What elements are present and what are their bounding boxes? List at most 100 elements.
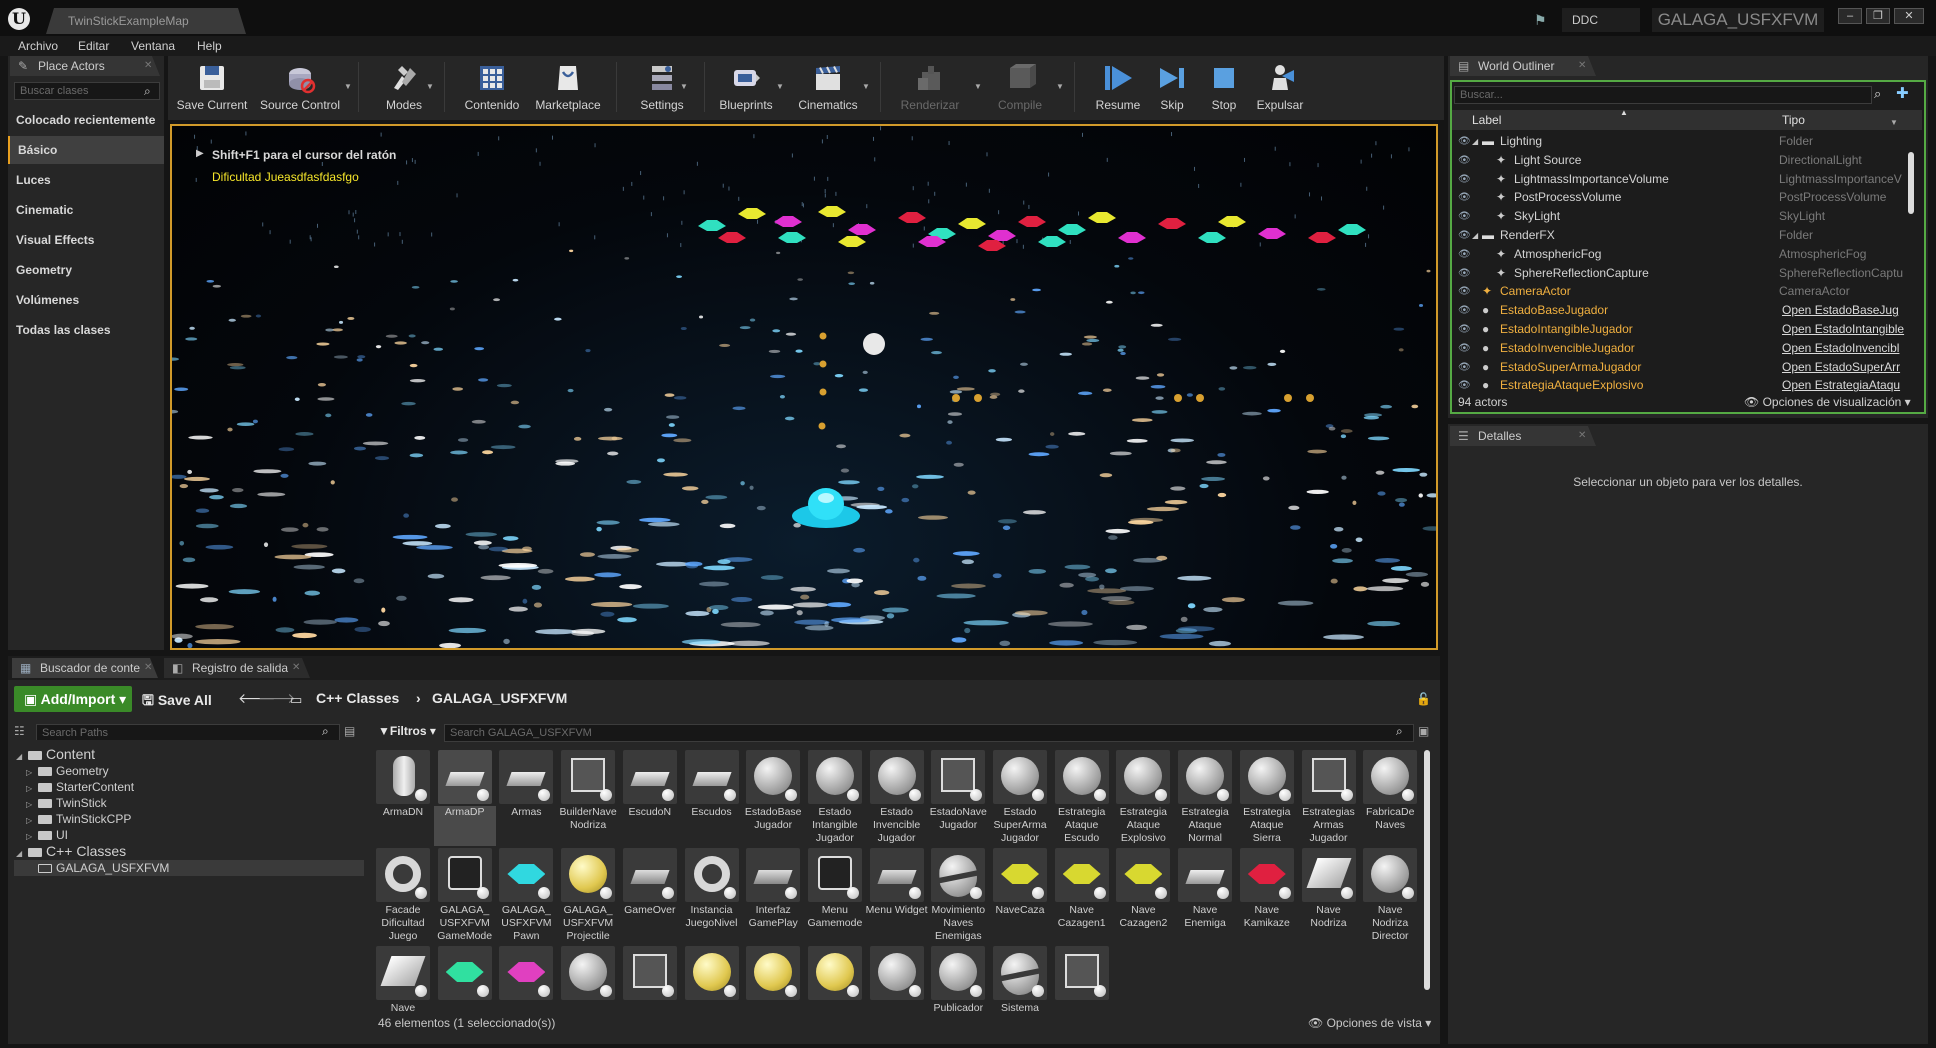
visibility-eye-icon[interactable]: 👁 bbox=[1458, 264, 1471, 283]
cinematics-button[interactable]: Cinematics bbox=[792, 60, 864, 116]
eject-button[interactable]: Expulsar bbox=[1244, 60, 1316, 116]
category-basic[interactable]: Básico bbox=[8, 136, 164, 164]
minimize-button[interactable]: – bbox=[1838, 8, 1862, 24]
menu-archivo[interactable]: Archivo bbox=[18, 36, 58, 56]
outliner-row[interactable]: 👁 ● EstadoSuperArmaJugador Open EstadoSuper… bbox=[1452, 358, 1922, 377]
tree-item[interactable]: ▷ Geometry bbox=[14, 763, 364, 779]
add-actor-icon[interactable]: ✚ bbox=[1896, 84, 1909, 102]
asset-scrollbar[interactable] bbox=[1424, 750, 1430, 990]
asset-tile[interactable] bbox=[1054, 946, 1113, 1042]
menu-help[interactable]: Help bbox=[197, 36, 222, 56]
asset-tile[interactable]: Armas bbox=[499, 750, 557, 846]
outliner-row[interactable]: 👁 ● EstadoBaseJugador Open EstadoBaseJug bbox=[1452, 301, 1922, 320]
asset-tile[interactable]: GALAGA_ USFXFVM Projectile bbox=[561, 848, 619, 944]
visibility-eye-icon[interactable]: 👁 bbox=[1458, 226, 1471, 245]
save-current-button[interactable]: Save Current bbox=[176, 60, 248, 116]
chevron-down-icon[interactable]: ▼ bbox=[1890, 118, 1898, 127]
close-icon[interactable]: ✕ bbox=[292, 658, 300, 678]
asset-tile[interactable]: Menu Gamemode bbox=[807, 848, 866, 944]
asset-tile[interactable]: Escudos bbox=[684, 750, 743, 846]
chevron-down-icon[interactable]: ▼ bbox=[680, 82, 688, 91]
asset-tile[interactable]: GameOver bbox=[622, 848, 681, 944]
asset-tile[interactable]: ArmaDP bbox=[433, 750, 496, 846]
asset-tile[interactable]: Estrategias Armas Jugador bbox=[1301, 750, 1360, 846]
ddc-indicator[interactable]: DDC bbox=[1562, 8, 1640, 32]
asset-tile[interactable] bbox=[869, 946, 928, 1042]
asset-tile[interactable]: Sistema bbox=[993, 946, 1051, 1042]
chevron-down-icon[interactable]: ▼ bbox=[1056, 82, 1064, 91]
tab-world-outliner[interactable]: ▤ World Outliner ✕ bbox=[1450, 56, 1596, 76]
breadcrumb-galaga[interactable]: GALAGA_USFXFVM bbox=[432, 690, 567, 706]
category-geometry[interactable]: Geometry bbox=[8, 256, 164, 284]
content-button[interactable]: Contenido bbox=[456, 60, 528, 116]
asset-tile[interactable]: Menu Widget bbox=[866, 848, 928, 944]
outliner-scrollbar[interactable] bbox=[1908, 152, 1914, 214]
asset-tile[interactable]: Nave Cazagen1 bbox=[1054, 848, 1113, 944]
asset-tile[interactable]: Publicador bbox=[931, 946, 989, 1042]
asset-tile[interactable]: Estrategia Ataque Normal bbox=[1178, 750, 1236, 846]
asset-tile[interactable]: Nave Kamikaze bbox=[1239, 848, 1298, 944]
sources-toggle-icon[interactable]: ☷ bbox=[14, 724, 25, 738]
category-recent[interactable]: Colocado recientemente bbox=[8, 106, 164, 134]
source-control-status-icon[interactable]: ⚑ bbox=[1534, 12, 1552, 28]
tree-item[interactable]: GALAGA_USFXFVM bbox=[14, 860, 364, 876]
outliner-row[interactable]: 👁 ◢ ▬ Lighting Folder bbox=[1452, 132, 1922, 151]
asset-tile[interactable]: GALAGA_ USFXFVM GameMode bbox=[437, 848, 496, 944]
asset-tile[interactable] bbox=[561, 946, 619, 1042]
tree-item[interactable]: ▷ TwinStick bbox=[14, 795, 364, 811]
unreal-logo-icon[interactable]: U bbox=[8, 8, 30, 30]
marketplace-button[interactable]: Marketplace bbox=[532, 60, 604, 116]
asset-tile[interactable] bbox=[807, 946, 866, 1042]
chevron-down-icon[interactable]: ▼ bbox=[974, 82, 982, 91]
category-volumes[interactable]: Volúmenes bbox=[8, 286, 164, 314]
open-class-link[interactable]: Open EstadoIntangible bbox=[1782, 320, 1904, 339]
tab-output-log[interactable]: ◧ Registro de salida ✕ bbox=[164, 658, 310, 678]
menu-ventana[interactable]: Ventana bbox=[131, 36, 175, 56]
asset-tile[interactable]: Facade Dificultad Juego bbox=[376, 848, 434, 944]
asset-tile[interactable]: Nave Nodriza bbox=[1301, 848, 1360, 944]
asset-tile[interactable]: Estrategia Ataque Sierra bbox=[1239, 750, 1298, 846]
category-lights[interactable]: Luces bbox=[8, 166, 164, 194]
outliner-row[interactable]: 👁 ✦ LightmassImportanceVolume LightmassImpo… bbox=[1452, 170, 1922, 189]
expand-arrow-icon[interactable]: ◢ bbox=[1472, 132, 1478, 151]
asset-view-options[interactable]: 👁 Opciones de vista ▾ bbox=[1308, 1016, 1431, 1030]
expand-arrow-icon[interactable]: ◢ bbox=[1472, 226, 1478, 245]
lock-icon[interactable]: 🔓 bbox=[1416, 692, 1431, 706]
outliner-row[interactable]: 👁 ✦ Light Source DirectionalLight bbox=[1452, 151, 1922, 170]
visibility-eye-icon[interactable]: 👁 bbox=[1458, 339, 1471, 358]
tree-item[interactable]: ◢ C++ Classes bbox=[14, 843, 364, 859]
tab-place-actors[interactable]: ✎ Place Actors ✕ bbox=[10, 56, 160, 76]
maximize-button[interactable]: ❐ bbox=[1866, 8, 1890, 24]
close-icon[interactable]: ✕ bbox=[1578, 56, 1586, 76]
filters-button[interactable]: ▼Filtros ▾ bbox=[378, 724, 436, 738]
outliner-row[interactable]: 👁 ● EstadoInvencibleJugador Open EstadoInve… bbox=[1452, 339, 1922, 358]
visibility-eye-icon[interactable]: 👁 bbox=[1458, 245, 1471, 264]
tab-content-browser[interactable]: ▦ Buscador de conte ✕ bbox=[12, 658, 158, 678]
asset-tile[interactable]: Estrategia Ataque Escudo bbox=[1054, 750, 1113, 846]
class-search-input[interactable]: Buscar clases bbox=[14, 82, 160, 100]
outliner-row[interactable]: 👁 ✦ SphereReflectionCapture SphereReflectio… bbox=[1452, 264, 1922, 283]
visibility-eye-icon[interactable]: 👁 bbox=[1458, 132, 1471, 151]
outliner-row[interactable]: 👁 ◢ ▬ RenderFX Folder bbox=[1452, 226, 1922, 245]
open-class-link[interactable]: Open EstrategiaAtaqu bbox=[1782, 376, 1900, 395]
tree-item[interactable]: ◢ Content bbox=[14, 746, 364, 762]
visibility-eye-icon[interactable]: 👁 bbox=[1458, 376, 1471, 395]
visibility-eye-icon[interactable]: 👁 bbox=[1458, 188, 1471, 207]
blueprints-button[interactable]: Blueprints bbox=[710, 60, 782, 116]
asset-tile[interactable]: Interfaz GamePlay bbox=[746, 848, 804, 944]
asset-tile[interactable]: Movimiento Naves Enemigas bbox=[931, 848, 989, 944]
outliner-row[interactable]: 👁 ✦ SkyLight SkyLight bbox=[1452, 207, 1922, 226]
save-search-icon[interactable]: ▣ bbox=[1418, 724, 1429, 738]
map-tab[interactable]: TwinStickExampleMap bbox=[46, 8, 246, 34]
add-import-button[interactable]: ▣ Add/Import ▾ bbox=[14, 686, 132, 712]
tab-details[interactable]: ☰ Detalles ✕ bbox=[1450, 426, 1596, 446]
chevron-down-icon[interactable]: ▼ bbox=[862, 82, 870, 91]
asset-tile[interactable]: NaveCaza bbox=[993, 848, 1051, 944]
menu-editar[interactable]: Editar bbox=[78, 36, 109, 56]
asset-tile[interactable]: ArmaDN bbox=[376, 750, 434, 846]
outliner-view-options[interactable]: 👁 Opciones de visualización ▾ bbox=[1744, 395, 1911, 409]
close-button[interactable]: ✕ bbox=[1894, 8, 1924, 24]
visibility-eye-icon[interactable]: 👁 bbox=[1458, 151, 1471, 170]
visibility-eye-icon[interactable]: 👁 bbox=[1458, 358, 1471, 377]
chevron-down-icon[interactable]: ▼ bbox=[344, 82, 352, 91]
